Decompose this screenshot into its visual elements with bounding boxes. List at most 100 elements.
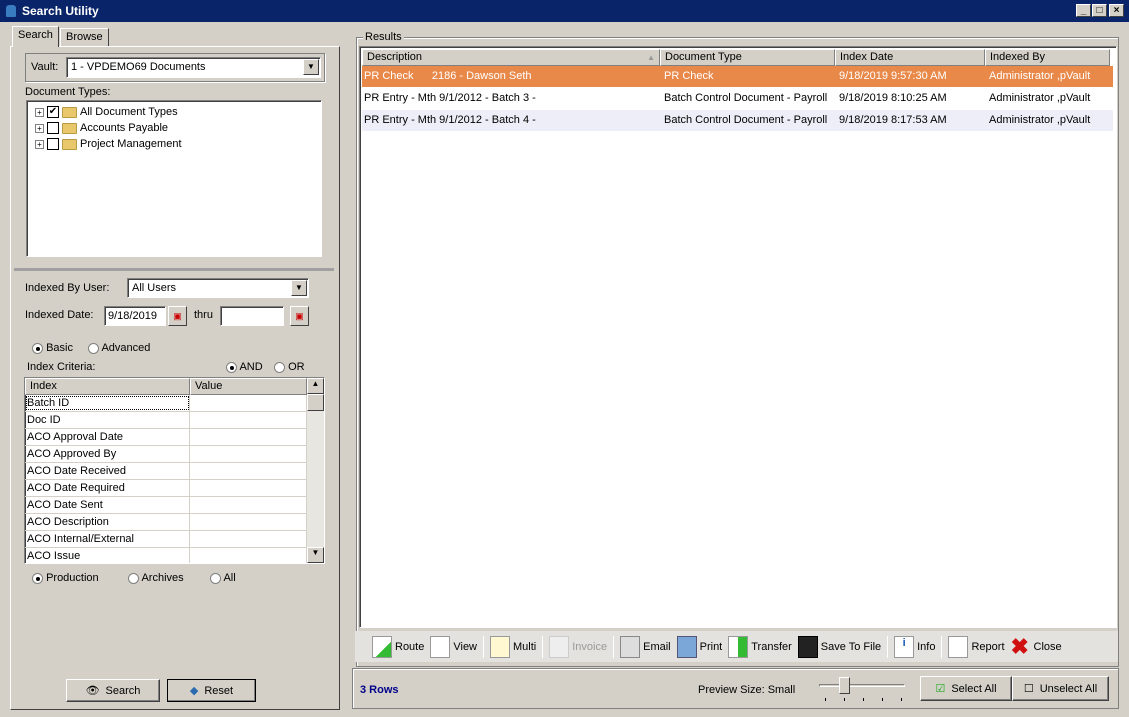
expand-icon[interactable]: + [35,107,44,117]
calendar-icon[interactable]: ▣ [168,306,187,326]
indexed-by-select[interactable]: All Users ▼ [127,278,309,298]
grid-row[interactable]: ACO Approval Date [25,429,324,446]
grid-row[interactable]: ACO Date Sent [25,497,324,514]
grid-row[interactable]: Doc ID [25,412,324,429]
index-cell[interactable]: Doc ID [25,412,190,428]
value-cell[interactable] [190,412,307,428]
tree-item-ap[interactable]: + Accounts Payable [35,120,321,136]
column-header-indexed-by[interactable]: Indexed By [985,49,1110,66]
tree-item-all[interactable]: + ✔ All Document Types [35,104,321,120]
result-row[interactable]: PR Check 2186 - Dawson Seth PR Check 9/18/… [362,66,1113,87]
tab-browse[interactable]: Browse [60,28,109,47]
grid-row[interactable]: ACO Approved By [25,446,324,463]
scroll-up-icon[interactable]: ▲ [307,378,324,394]
doc-types-tree[interactable]: + ✔ All Document Types + Accounts Payable +… [26,100,322,257]
basic-radio[interactable]: Basic [32,342,73,354]
invoice-button[interactable]: Invoice [546,633,610,661]
index-cell[interactable]: ACO Internal/External [25,531,190,547]
radio-icon[interactable] [88,342,99,354]
and-radio[interactable]: AND [226,361,263,373]
column-header-index[interactable]: Index [25,378,190,395]
value-cell[interactable] [190,463,307,479]
column-header-description[interactable]: Description ▲ [362,49,660,66]
index-cell[interactable]: ACO Issue [25,548,190,563]
checkbox[interactable] [47,122,59,134]
index-cell[interactable]: ACO Date Received [25,463,190,479]
grid-row[interactable]: ACO Date Required [25,480,324,497]
search-button[interactable]: 👁 Search [66,679,160,702]
index-cell[interactable]: ACO Description [25,514,190,530]
value-cell[interactable] [190,548,307,563]
date-to-input[interactable] [220,306,284,326]
reset-button[interactable]: ◆ Reset [167,679,256,702]
grid-row[interactable]: ACO Internal/External [25,531,324,548]
value-cell[interactable] [190,497,307,513]
radio-icon[interactable] [210,572,221,584]
radio-icon[interactable] [128,572,139,584]
advanced-radio[interactable]: Advanced [88,342,150,354]
scroll-down-icon[interactable]: ▼ [307,547,324,563]
slider-thumb[interactable] [839,677,850,694]
calendar-icon[interactable]: ▣ [290,306,309,326]
grid-row[interactable]: ACO Description [25,514,324,531]
index-criteria-grid[interactable]: Index Value Batch ID Doc ID ACO Approval D… [24,377,325,564]
production-radio[interactable]: Production [32,572,99,584]
checkbox[interactable]: ✔ [47,106,59,118]
unselect-all-button[interactable]: ☐ Unselect All [1012,676,1109,701]
radio-icon[interactable] [226,361,237,373]
checkbox[interactable] [47,138,59,150]
chevron-down-icon[interactable]: ▼ [303,59,319,75]
expand-icon[interactable]: + [35,123,44,133]
value-cell[interactable] [190,395,307,411]
info-button[interactable]: i Info [891,633,938,661]
result-row[interactable]: PR Entry - Mth 9/1/2012 - Batch 3 - Batch… [362,88,1113,109]
index-cell[interactable]: Batch ID [25,395,190,411]
archives-radio[interactable]: Archives [128,572,184,584]
or-radio[interactable]: OR [274,361,305,373]
index-cell[interactable]: ACO Approved By [25,446,190,462]
result-row[interactable]: PR Entry - Mth 9/1/2012 - Batch 4 - Batch… [362,110,1113,131]
value-cell[interactable] [190,531,307,547]
grid-scrollbar[interactable]: ▲ ▼ [307,378,324,563]
grid-row[interactable]: ACO Date Received [25,463,324,480]
transfer-button[interactable]: Transfer [725,633,795,661]
print-button[interactable]: Print [674,633,726,661]
select-all-button[interactable]: ☑ Select All [920,676,1012,701]
preview-size-slider[interactable] [819,676,905,702]
tab-search[interactable]: Search [12,26,59,47]
results-list[interactable]: Description ▲ Document Type Index Date In… [359,46,1117,628]
value-cell[interactable] [190,446,307,462]
close-button[interactable]: ✖ Close [1008,633,1065,661]
grid-row[interactable]: ACO Issue [25,548,324,563]
radio-icon[interactable] [32,342,43,354]
maximize-button[interactable]: □ [1092,4,1107,17]
close-window-button[interactable]: × [1109,4,1124,17]
view-button[interactable]: View [427,633,480,661]
radio-icon[interactable] [32,572,43,584]
column-header-document-type[interactable]: Document Type [660,49,835,66]
grid-row[interactable]: Batch ID [25,395,324,412]
value-cell[interactable] [190,480,307,496]
column-header-value[interactable]: Value [190,378,307,395]
index-cell[interactable]: ACO Date Required [25,480,190,496]
vault-select[interactable]: 1 - VPDEMO69 Documents ▼ [66,57,321,78]
chevron-down-icon[interactable]: ▼ [291,280,307,296]
multi-button[interactable]: Multi [487,633,539,661]
value-cell[interactable] [190,514,307,530]
date-from-input[interactable]: 9/18/2019 [104,306,166,326]
value-cell[interactable] [190,429,307,445]
splitter[interactable] [14,268,334,271]
save-to-file-button[interactable]: Save To File [795,633,884,661]
scroll-thumb[interactable] [307,394,324,411]
tree-item-pm[interactable]: + Project Management [35,136,321,152]
report-button[interactable]: Report [945,633,1007,661]
email-button[interactable]: Email [617,633,674,661]
all-radio[interactable]: All [210,572,236,584]
index-cell[interactable]: ACO Approval Date [25,429,190,445]
column-header-index-date[interactable]: Index Date [835,49,985,66]
radio-icon[interactable] [274,361,285,373]
minimize-button[interactable]: _ [1076,4,1091,17]
index-cell[interactable]: ACO Date Sent [25,497,190,513]
route-button[interactable]: Route [369,633,427,661]
expand-icon[interactable]: + [35,139,44,149]
